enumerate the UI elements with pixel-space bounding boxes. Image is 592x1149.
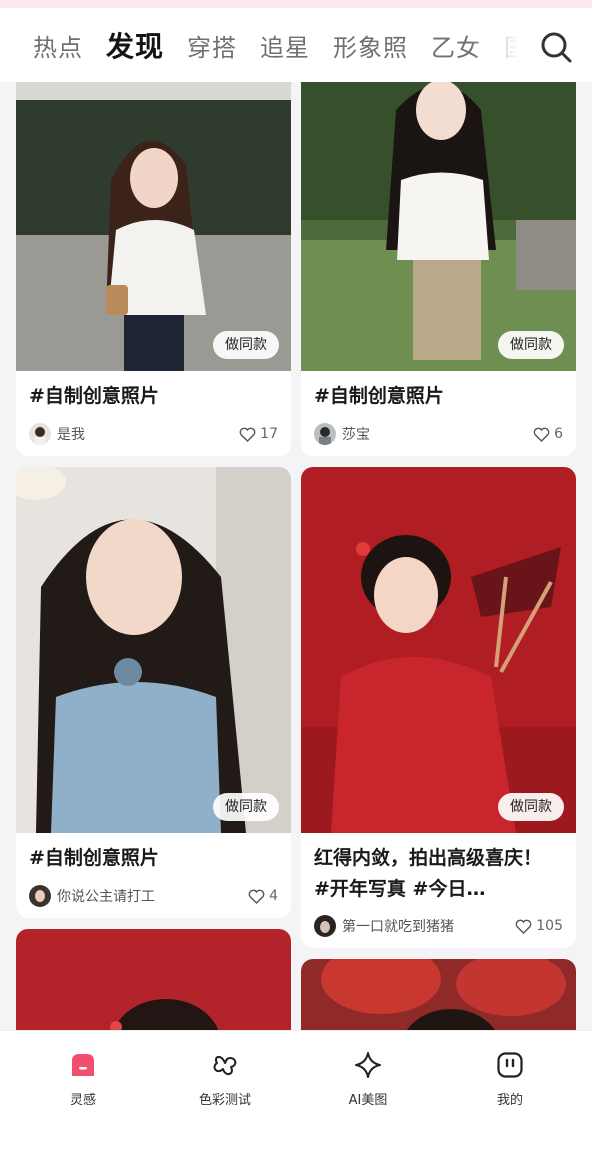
make-same-button[interactable]: 做同款 <box>213 331 279 359</box>
like-number: 105 <box>536 918 563 934</box>
like-number: 4 <box>269 888 278 904</box>
heart-icon <box>533 427 550 442</box>
tab-discover[interactable]: 发现 <box>106 25 164 65</box>
avatar[interactable] <box>314 423 336 445</box>
feed-card[interactable]: 做同款 #自制创意照片 是我 17 <box>16 82 291 456</box>
photo-woman-red-new-year <box>301 467 576 833</box>
make-same-button[interactable]: 做同款 <box>213 793 279 821</box>
like-count[interactable]: 17 <box>239 426 278 442</box>
feed-card[interactable]: 做同款 #自制创意照片 你说公主请打工 4 <box>16 467 291 918</box>
like-count[interactable]: 6 <box>533 426 563 442</box>
color-test-icon <box>213 1056 237 1075</box>
nav-inspiration[interactable]: 灵感 <box>28 1051 138 1108</box>
heart-icon <box>515 919 532 934</box>
photo-red-lanterns-partial <box>301 959 576 1030</box>
card-photo[interactable] <box>301 959 576 1030</box>
card-meta: 第一口就吃到猪猪 105 <box>301 904 576 948</box>
card-title: #自制创意照片 <box>314 385 444 407</box>
photo-girl-white-top <box>16 82 291 371</box>
tab-idol[interactable]: 追星 <box>260 28 310 63</box>
card-title: 红得内敛，拍出高级喜庆！ #开年写真 #今日… <box>314 847 543 900</box>
heart-icon <box>248 889 265 904</box>
search-icon[interactable] <box>540 31 572 63</box>
photo-girl-blue-dress <box>16 467 291 833</box>
make-same-button[interactable]: 做同款 <box>498 793 564 821</box>
profile-icon <box>497 1052 523 1078</box>
avatar[interactable] <box>29 423 51 445</box>
make-same-button[interactable]: 做同款 <box>498 331 564 359</box>
nav-label: 灵感 <box>69 1093 96 1108</box>
nav-profile[interactable]: 我的 <box>455 1051 565 1108</box>
nav-label: AI美图 <box>348 1093 388 1108</box>
tabs-fade-overlay <box>470 8 526 82</box>
tab-outfit[interactable]: 穿搭 <box>187 28 237 63</box>
card-title: #自制创意照片 <box>29 385 159 407</box>
nav-label: 我的 <box>496 1093 523 1108</box>
nav-ai-beauty[interactable]: AI美图 <box>313 1051 423 1108</box>
feed-card[interactable]: 做同款 红得内敛，拍出高级喜庆！ #开年写真 #今日… 第一口就吃到猪猪 105 <box>301 467 576 948</box>
bottom-navigation: 灵感 色彩测试 AI美图 我的 <box>0 1030 592 1149</box>
tab-hot[interactable]: 热点 <box>33 28 83 63</box>
feed-card[interactable] <box>301 959 576 1030</box>
like-count[interactable]: 4 <box>248 888 278 904</box>
feed-card[interactable] <box>16 929 291 1030</box>
card-meta: 是我 17 <box>16 412 291 456</box>
author-name[interactable]: 第一口就吃到猪猪 <box>342 916 515 936</box>
author-name[interactable]: 你说公主请打工 <box>57 886 248 906</box>
author-name[interactable]: 莎宝 <box>342 424 533 444</box>
nav-color-test[interactable]: 色彩测试 <box>170 1051 280 1108</box>
card-meta: 你说公主请打工 4 <box>16 874 291 918</box>
feed-card[interactable]: 做同款 #自制创意照片 莎宝 6 <box>301 82 576 456</box>
like-number: 6 <box>554 426 563 442</box>
category-tab-bar: 热点 发现 穿搭 追星 形象照 乙女 国风 <box>0 8 592 82</box>
card-photo[interactable]: 做同款 <box>16 467 291 833</box>
like-count[interactable]: 105 <box>515 918 563 934</box>
author-name[interactable]: 是我 <box>57 424 239 444</box>
card-photo[interactable]: 做同款 <box>16 82 291 371</box>
avatar[interactable] <box>29 885 51 907</box>
like-number: 17 <box>260 426 278 442</box>
tab-portrait[interactable]: 形象照 <box>333 28 408 63</box>
photo-red-portrait-partial <box>16 929 291 1030</box>
avatar[interactable] <box>314 915 336 937</box>
card-title: #自制创意照片 <box>29 847 159 869</box>
card-meta: 莎宝 6 <box>301 412 576 456</box>
photo-girl-park <box>301 82 576 371</box>
card-photo[interactable] <box>16 929 291 1030</box>
sparkle-icon <box>355 1052 381 1078</box>
nav-label: 色彩测试 <box>198 1093 251 1108</box>
card-photo[interactable]: 做同款 <box>301 467 576 833</box>
inspiration-feed: 做同款 #自制创意照片 是我 17 做同款 #自制创意照片 莎宝 6 做同款 #… <box>0 82 592 1030</box>
category-tabs: 热点 发现 穿搭 追星 形象照 乙女 国风 <box>33 8 523 82</box>
inspiration-icon <box>72 1054 94 1076</box>
card-photo[interactable]: 做同款 <box>301 82 576 371</box>
heart-icon <box>239 427 256 442</box>
status-strip <box>0 0 592 8</box>
